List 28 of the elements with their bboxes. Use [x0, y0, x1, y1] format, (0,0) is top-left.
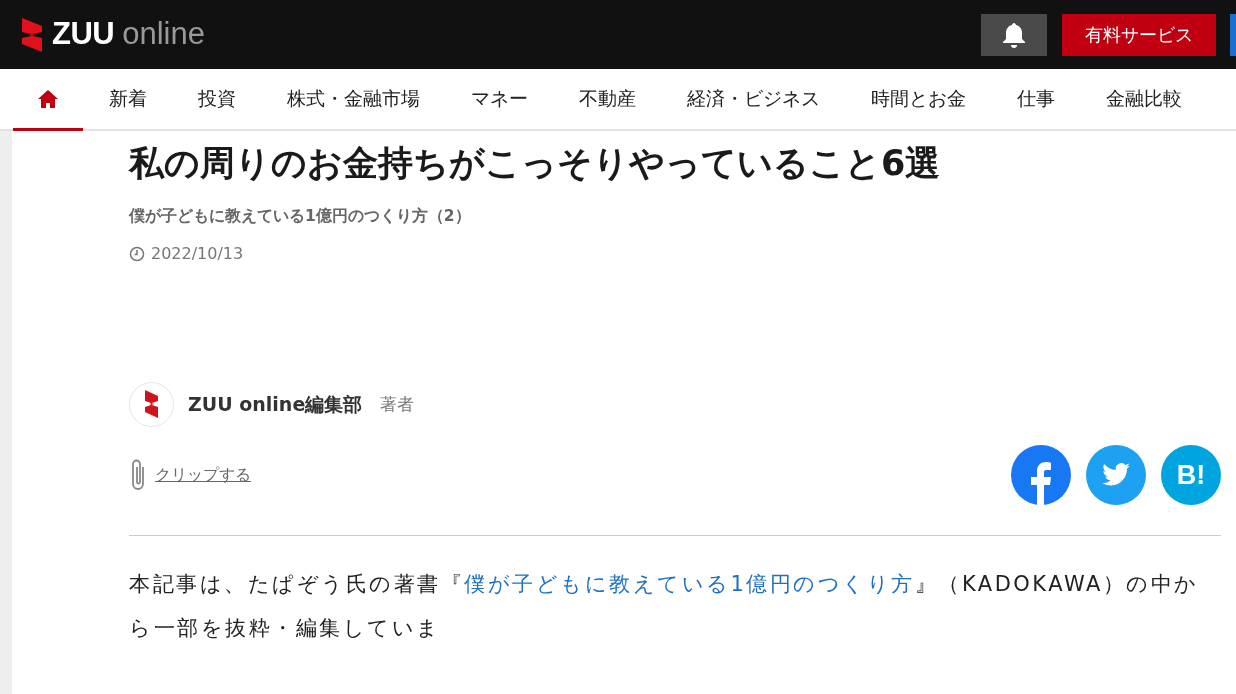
notification-button[interactable]	[981, 13, 1047, 56]
bell-icon	[1002, 21, 1026, 48]
article-paragraph: 本記事は、たぱぞう氏の著書『僕が子どもに教えている1億円のつくり方』（KADOKAWA）の中から一部を抜粋・編集していま	[129, 570, 1200, 642]
clock-icon	[129, 245, 145, 262]
bird-icon	[1102, 463, 1130, 487]
publish-date: 2022/10/13	[151, 242, 244, 265]
book-link[interactable]: 僕が子どもに教えている1億円のつくり方	[464, 571, 915, 596]
logo-text[interactable]: ZUU	[52, 11, 115, 58]
nav-tab[interactable]: マネー	[445, 69, 553, 131]
nav-tab[interactable]: 仕事	[991, 69, 1080, 131]
facebook-icon	[1029, 460, 1053, 505]
header-button[interactable]	[1230, 13, 1236, 56]
nav-tab[interactable]: 不動産	[553, 69, 661, 131]
clip-link[interactable]: クリップする	[155, 462, 251, 487]
article-title: 私の周りのお金持ちがこっそりやっていること6選	[129, 142, 942, 185]
logo-icon	[22, 17, 44, 52]
nav-tab[interactable]: 新着	[83, 69, 172, 131]
nav-tab[interactable]: 株式・金融市場	[261, 69, 445, 131]
nav-tab[interactable]: 金融比較	[1080, 69, 1207, 131]
nav-tab[interactable]: 時間とお金	[845, 69, 991, 131]
author-role: 著者	[380, 392, 415, 416]
home-icon	[37, 88, 59, 109]
nav-tab[interactable]: 経済・ビジネス	[661, 69, 845, 131]
paid-service-button[interactable]: 有料サービス	[1062, 13, 1216, 56]
article-subtitle: 僕が子どもに教えている1億円のつくり方（2）	[129, 205, 472, 227]
author-name[interactable]: ZUU online編集部	[188, 390, 363, 419]
logo-text[interactable]: online	[122, 11, 205, 58]
nav-tab[interactable]: 投資	[172, 69, 261, 131]
